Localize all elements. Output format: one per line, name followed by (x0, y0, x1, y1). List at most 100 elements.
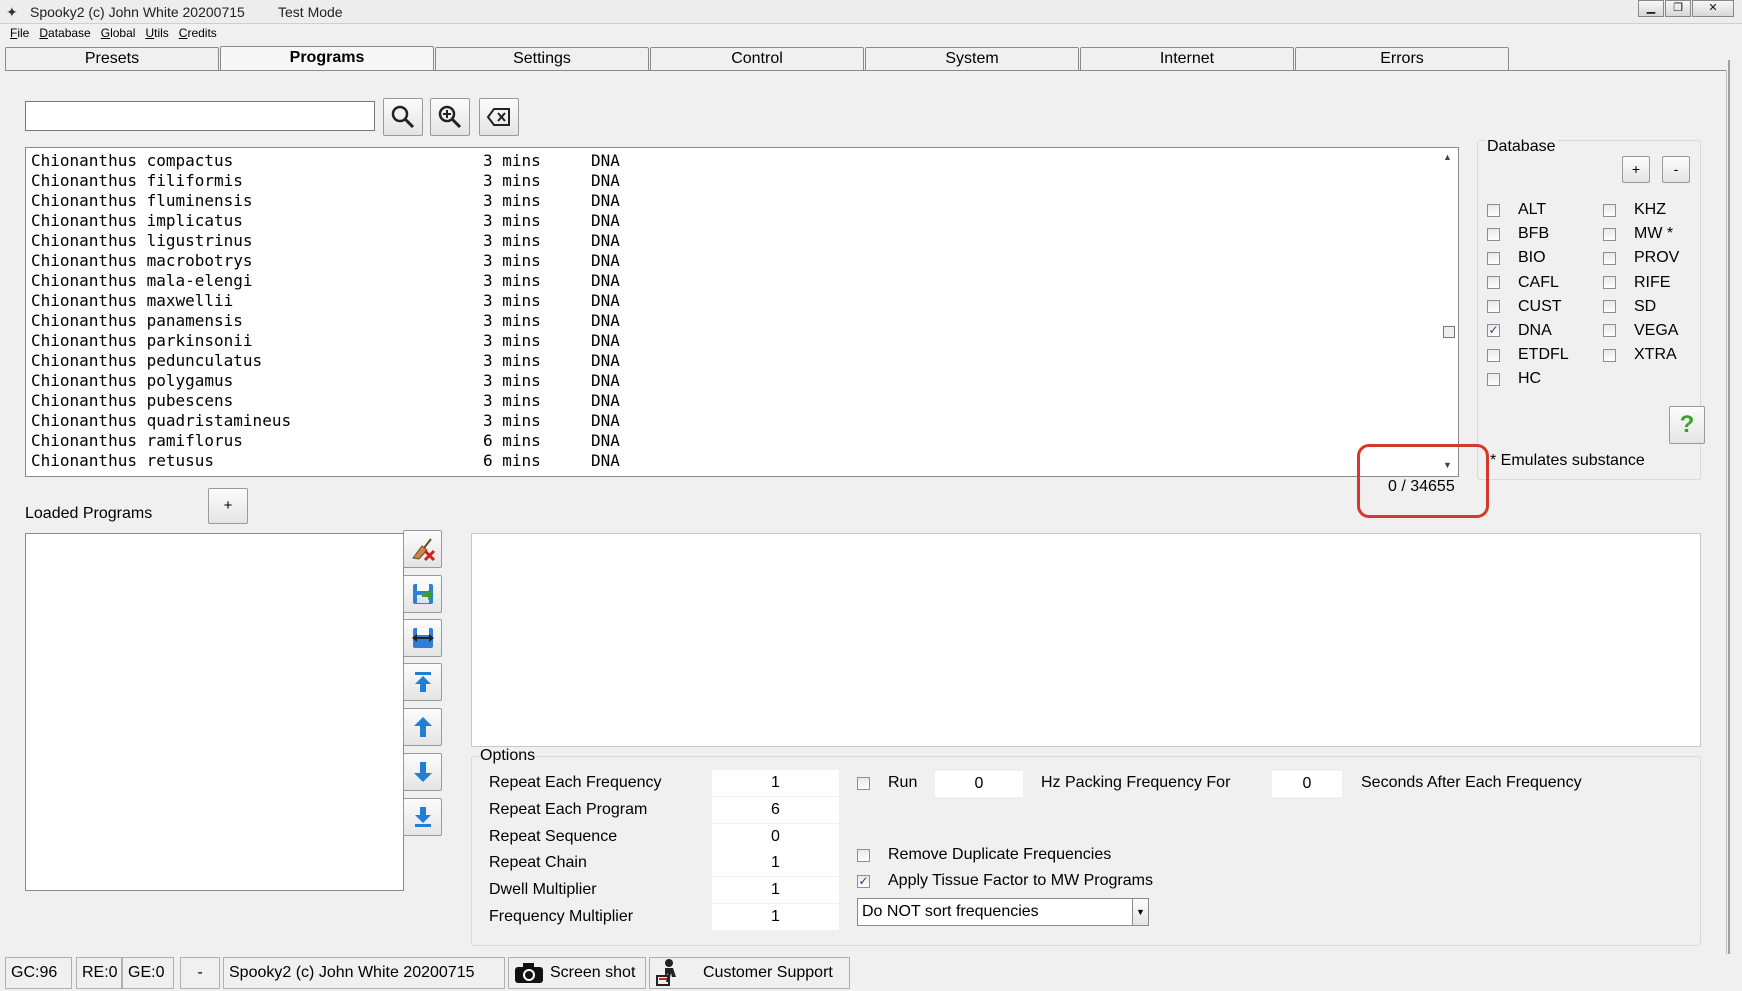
database-option-rife[interactable]: RIFE (1603, 273, 1679, 293)
packing-seconds-field[interactable]: 0 (1272, 771, 1342, 797)
remove-duplicates-option[interactable]: Remove Duplicate Frequencies (857, 846, 1111, 864)
database-option-dna[interactable]: ✓ DNA (1487, 321, 1569, 341)
database-checkbox[interactable]: ✓ (1487, 324, 1500, 338)
repeat-each-frequency-field[interactable]: 1 (712, 770, 839, 796)
database-checkbox[interactable] (1487, 203, 1500, 217)
run-hz-field[interactable]: 0 (935, 771, 1023, 797)
program-row[interactable]: Chionanthus mala-elengi 3 mins DNA (31, 271, 1231, 291)
program-row[interactable]: Chionanthus polygamus 3 mins DNA (31, 371, 1231, 391)
database-option-vega[interactable]: VEGA (1603, 321, 1679, 341)
close-button[interactable]: ✕ (1692, 0, 1734, 17)
program-row[interactable]: Chionanthus implicatus 3 mins DNA (31, 211, 1231, 231)
database-checkbox[interactable] (1487, 348, 1500, 362)
program-row[interactable]: Chionanthus ramiflorus 6 mins DNA (31, 431, 1231, 451)
database-checkbox[interactable] (1603, 276, 1616, 290)
database-option-prov[interactable]: PROV (1603, 248, 1679, 268)
database-option-bio[interactable]: BIO (1487, 248, 1569, 268)
move-top-button[interactable] (403, 663, 442, 701)
database-option-etdfl[interactable]: ETDFL (1487, 345, 1569, 365)
customer-support-button[interactable]: Customer Support (649, 957, 850, 989)
database-add-button[interactable]: + (1622, 156, 1650, 183)
maximize-button[interactable]: ❐ (1665, 0, 1691, 17)
tab-internet[interactable]: Internet (1080, 47, 1294, 70)
database-checkbox[interactable] (1487, 276, 1500, 290)
swap-loaded-button[interactable] (403, 619, 442, 657)
save-loaded-button[interactable] (403, 575, 442, 613)
scroll-thumb[interactable] (1443, 326, 1455, 338)
tab-programs[interactable]: Programs (220, 46, 434, 71)
program-row[interactable]: Chionanthus retusus 6 mins DNA (31, 451, 1231, 471)
menu-utils[interactable]: Utils (145, 26, 168, 46)
program-row[interactable]: Chionanthus ligustrinus 3 mins DNA (31, 231, 1231, 251)
tab-settings[interactable]: Settings (435, 47, 649, 70)
loaded-programs-list[interactable] (25, 533, 404, 891)
apply-tissue-checkbox[interactable]: ✓ (857, 874, 870, 888)
move-up-button[interactable] (403, 708, 442, 746)
menu-database[interactable]: Database (39, 26, 90, 46)
database-checkbox[interactable] (1603, 203, 1616, 217)
erase-loaded-button[interactable] (403, 530, 442, 568)
move-down-button[interactable] (403, 753, 442, 791)
sort-select[interactable]: Do NOT sort frequencies ▼ (857, 898, 1149, 926)
program-row[interactable]: Chionanthus compactus 3 mins DNA (31, 151, 1231, 171)
run-checkbox[interactable] (857, 776, 870, 790)
database-checkbox[interactable] (1487, 300, 1500, 314)
program-row[interactable]: Chionanthus panamensis 3 mins DNA (31, 311, 1231, 331)
move-bottom-button[interactable] (403, 798, 442, 836)
program-row[interactable]: Chionanthus pubescens 3 mins DNA (31, 391, 1231, 411)
search-input[interactable] (25, 101, 375, 131)
scroll-up-icon[interactable]: ▲ (1443, 152, 1452, 162)
program-row[interactable]: Chionanthus filiformis 3 mins DNA (31, 171, 1231, 191)
program-row[interactable]: Chionanthus fluminensis 3 mins DNA (31, 191, 1231, 211)
database-option-mw[interactable]: MW * (1603, 224, 1679, 244)
repeat-chain-field[interactable]: 1 (712, 850, 839, 876)
database-option-cust[interactable]: CUST (1487, 297, 1569, 317)
program-list-scrollbar[interactable]: ▲ ▼ (1440, 148, 1458, 476)
help-button[interactable]: ? (1669, 406, 1705, 444)
database-option-cafl[interactable]: CAFL (1487, 273, 1569, 293)
database-option-sd[interactable]: SD (1603, 297, 1679, 317)
tab-presets[interactable]: Presets (5, 47, 219, 70)
program-row[interactable]: Chionanthus quadristamineus 3 mins DNA (31, 411, 1231, 431)
database-checkbox[interactable] (1603, 300, 1616, 314)
clear-search-button[interactable] (479, 98, 519, 136)
repeat-sequence-field[interactable]: 0 (712, 824, 839, 850)
database-option-hc[interactable]: HC (1487, 369, 1569, 389)
menu-credits[interactable]: Credits (179, 26, 217, 46)
database-option-xtra[interactable]: XTRA (1603, 345, 1679, 365)
menu-file[interactable]: File (10, 26, 29, 46)
search-button[interactable] (383, 98, 423, 136)
tab-system[interactable]: System (865, 47, 1079, 70)
screenshot-button[interactable]: Screen shot (508, 957, 646, 989)
program-list[interactable]: Chionanthus compactus 3 mins DNA Chionanthu… (25, 147, 1459, 477)
frequency-display[interactable] (471, 533, 1701, 747)
dwell-multiplier-field[interactable]: 1 (712, 877, 839, 903)
frequency-multiplier-field[interactable]: 1 (712, 904, 839, 930)
database-checkbox[interactable] (1603, 251, 1616, 265)
database-remove-button[interactable]: - (1662, 156, 1690, 183)
database-option-alt[interactable]: ALT (1487, 200, 1569, 220)
run-option[interactable]: Run (857, 774, 917, 792)
minimize-button[interactable]: ▁ (1638, 0, 1664, 17)
database-checkbox[interactable] (1487, 372, 1500, 386)
zoom-search-button[interactable] (430, 98, 470, 136)
database-checkbox[interactable] (1603, 324, 1616, 338)
database-option-bfb[interactable]: BFB (1487, 224, 1569, 244)
menu-global[interactable]: Global (101, 26, 136, 46)
database-checkbox[interactable] (1487, 227, 1500, 241)
database-checkbox[interactable] (1487, 251, 1500, 265)
repeat-each-program-field[interactable]: 6 (712, 797, 839, 823)
apply-tissue-option[interactable]: ✓ Apply Tissue Factor to MW Programs (857, 872, 1153, 890)
database-option-khz[interactable]: KHZ (1603, 200, 1679, 220)
tab-control[interactable]: Control (650, 47, 864, 70)
loaded-add-button[interactable]: + (208, 488, 248, 524)
database-checkbox[interactable] (1603, 227, 1616, 241)
tab-errors[interactable]: Errors (1295, 47, 1509, 70)
program-row[interactable]: Chionanthus pedunculatus 3 mins DNA (31, 351, 1231, 371)
chevron-down-icon[interactable]: ▼ (1132, 899, 1148, 925)
program-row[interactable]: Chionanthus macrobotrys 3 mins DNA (31, 251, 1231, 271)
program-row[interactable]: Chionanthus maxwellii 3 mins DNA (31, 291, 1231, 311)
program-row[interactable]: Chionanthus parkinsonii 3 mins DNA (31, 331, 1231, 351)
database-checkbox[interactable] (1603, 348, 1616, 362)
remove-duplicates-checkbox[interactable] (857, 848, 870, 862)
